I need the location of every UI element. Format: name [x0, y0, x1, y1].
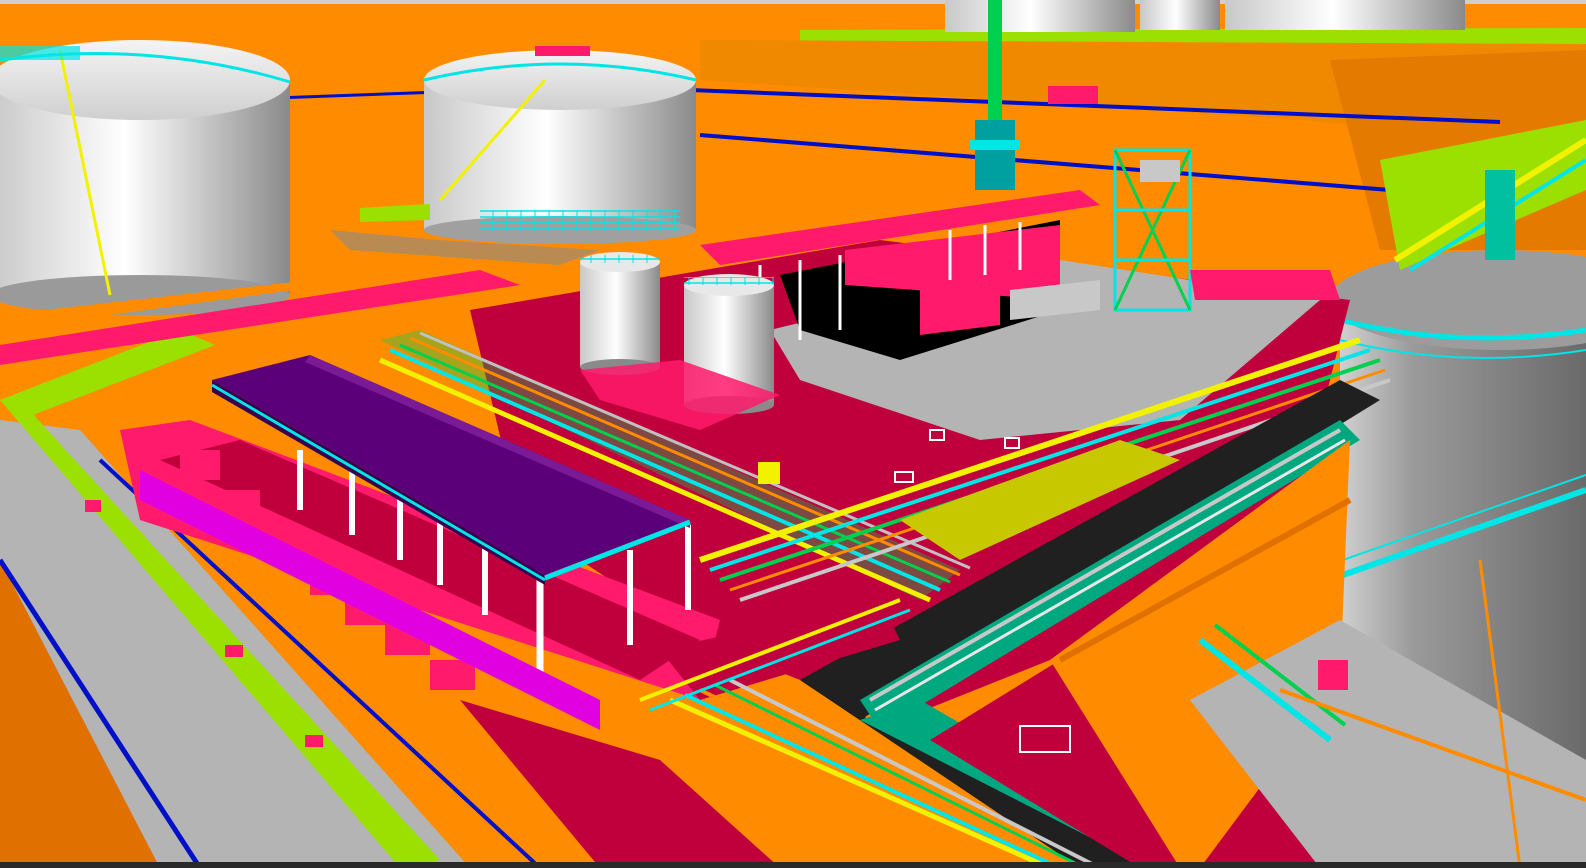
- vertical-tank-1[interactable]: [580, 252, 660, 375]
- storage-tank-left[interactable]: [0, 40, 291, 315]
- plant-3d-model-scene[interactable]: [0, 0, 1586, 868]
- kerb-post-3: [85, 500, 101, 512]
- distant-tank-1: [945, 0, 1135, 32]
- 3d-model-viewport[interactable]: [0, 0, 1586, 868]
- kerb-post-2: [305, 735, 323, 747]
- kerb-post-1: [225, 645, 243, 657]
- distant-tank-3: [1225, 0, 1465, 30]
- pink-header-block: [1048, 86, 1098, 104]
- distant-tank-2: [1140, 0, 1220, 30]
- storage-tank-center[interactable]: [423, 46, 697, 244]
- bottom-border: [0, 862, 1586, 868]
- pink-platform-right: [1190, 270, 1340, 300]
- yellow-equipment-box: [758, 462, 780, 484]
